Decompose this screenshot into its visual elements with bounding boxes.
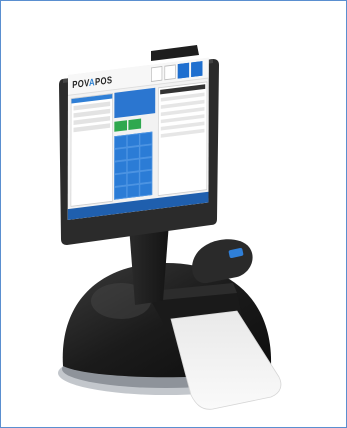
receipt-panel <box>157 81 208 197</box>
screen-icon-1 <box>151 66 163 82</box>
screen-icon-4 <box>191 61 203 77</box>
tablet-screen: POVAPOS <box>67 57 209 220</box>
screen-icon-2 <box>164 64 176 81</box>
totals-panel <box>114 87 156 119</box>
screen-icon-3 <box>177 62 190 79</box>
header-icons <box>151 61 203 82</box>
pay-button-2 <box>128 118 142 131</box>
keypad-key <box>114 185 127 200</box>
pay-button-1 <box>114 120 128 132</box>
barcode-scanner <box>192 239 253 284</box>
order-list-panel <box>70 92 114 207</box>
receipt-line <box>160 128 205 138</box>
brand-logo: POVAPOS <box>72 74 113 91</box>
keypad-key <box>139 182 153 197</box>
order-row <box>73 123 111 133</box>
keypad-key <box>126 183 140 199</box>
photo-frame: POVAPOS <box>0 0 347 428</box>
